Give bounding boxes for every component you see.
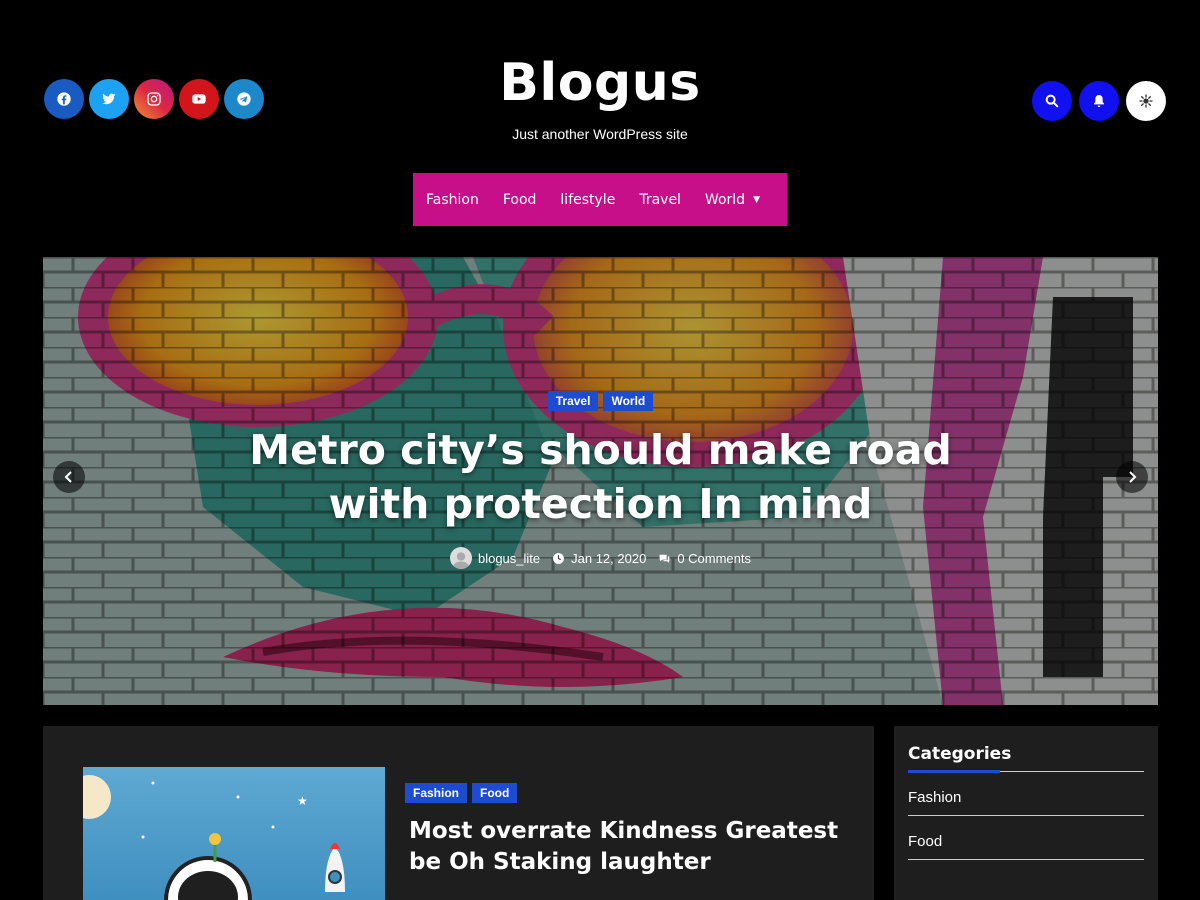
nav-item-world: World (704, 191, 746, 208)
site-title[interactable]: Blogus (0, 52, 1200, 114)
main-navigation: Fashion Food lifestyle Travel World ▼ (413, 173, 787, 226)
astronaut-illustration: ★ (83, 767, 385, 900)
post-thumbnail[interactable]: ★ (83, 767, 385, 900)
clock-icon (553, 552, 565, 564)
post-card: ★ Fashion Food Most overrate Kindness Gr… (43, 726, 874, 900)
nav-item-fashion[interactable]: Fashion (426, 192, 479, 208)
chevron-left-icon (64, 471, 72, 483)
sidebar-category-fashion[interactable]: Fashion (908, 772, 1144, 816)
category-badge-fashion[interactable]: Fashion (405, 783, 468, 803)
notifications-button[interactable] (1079, 81, 1119, 121)
nav-item-lifestyle[interactable]: lifestyle (560, 192, 615, 208)
svg-text:★: ★ (297, 794, 308, 808)
widget-title: Categories (908, 744, 1144, 773)
post-title[interactable]: Most overrate Kindness Greatest be Oh St… (409, 816, 849, 878)
hero-title[interactable]: Metro city’s should make road with prote… (223, 423, 978, 531)
nav-item-travel[interactable]: Travel (639, 192, 681, 208)
hero-meta: blogus_lite Jan 12, 2020 0 Comments (43, 547, 1158, 569)
slider-next-button[interactable] (1116, 461, 1148, 493)
post-categories: Fashion Food (405, 783, 518, 803)
slider-prev-button[interactable] (53, 461, 85, 493)
theme-toggle-button[interactable] (1126, 81, 1166, 121)
category-badge-food[interactable]: Food (472, 783, 518, 803)
search-button[interactable] (1032, 81, 1072, 121)
categories-widget: Categories Fashion Food (894, 726, 1158, 900)
chevron-down-icon: ▼ (753, 194, 760, 205)
hero-slider: Travel World Metro city’s should make ro… (43, 257, 1158, 705)
site-tagline: Just another WordPress site (512, 126, 688, 142)
nav-item-world-wrap[interactable]: World ▼ (705, 192, 760, 208)
search-icon (1045, 94, 1059, 108)
theme-toggle-icon (1139, 94, 1153, 108)
hero-categories: Travel World (43, 391, 1158, 411)
nav-item-food[interactable]: Food (503, 192, 537, 208)
comments-icon (659, 554, 670, 563)
header-actions (1032, 81, 1166, 121)
post-date[interactable]: Jan 12, 2020 (552, 551, 646, 566)
chevron-right-icon (1129, 471, 1137, 483)
sidebar-category-food[interactable]: Food (908, 816, 1144, 860)
comments-text: 0 Comments (677, 550, 752, 566)
category-badge-world[interactable]: World (603, 391, 654, 411)
author-link[interactable]: blogus_lite (449, 547, 541, 569)
category-badge-travel[interactable]: Travel (547, 391, 599, 411)
comments-link[interactable]: 0 Comments (658, 551, 751, 566)
user-icon (452, 552, 470, 569)
author-name: blogus_lite (477, 550, 541, 566)
avatar (449, 547, 472, 569)
date-text: Jan 12, 2020 (571, 550, 647, 566)
site-branding: Blogus Just another WordPress site (0, 52, 1200, 142)
bell-icon (1094, 95, 1104, 107)
